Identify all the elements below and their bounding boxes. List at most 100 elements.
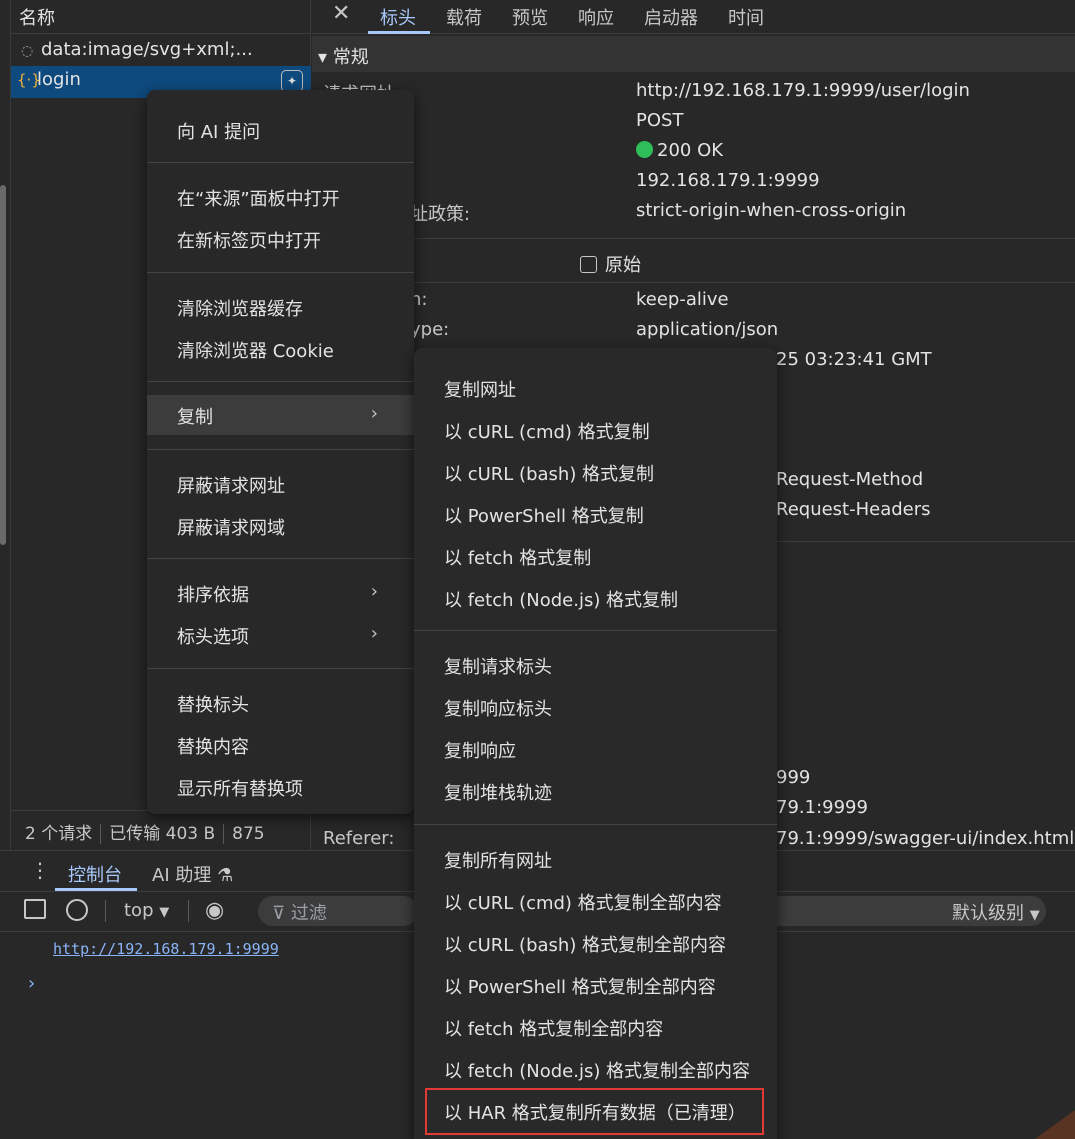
highlight-box xyxy=(425,1088,764,1135)
tab-response[interactable]: 响应 xyxy=(578,4,614,30)
header-value: Request-Headers xyxy=(776,499,931,520)
loading-icon: ◌ xyxy=(21,43,34,59)
chevron-right-icon: › xyxy=(370,403,378,424)
tab-console[interactable]: 控制台 xyxy=(68,861,122,887)
menu-separator xyxy=(414,824,777,825)
copy-url[interactable]: 复制网址 xyxy=(414,368,777,408)
request-method-value: POST xyxy=(636,110,684,131)
copy-as-fetch[interactable]: 以 fetch 格式复制 xyxy=(414,536,777,576)
status-code-value: 200 OK xyxy=(636,140,723,161)
copy-all-as-curl-cmd[interactable]: 以 cURL (cmd) 格式复制全部内容 xyxy=(414,881,777,921)
copy-stack-trace[interactable]: 复制堆栈轨迹 xyxy=(414,771,777,811)
menu-item-clear-cookies[interactable]: 清除浏览器 Cookie xyxy=(147,329,414,369)
menu-item-header-options[interactable]: 标头选项 › xyxy=(147,615,414,655)
copy-as-powershell[interactable]: 以 PowerShell 格式复制 xyxy=(414,494,777,534)
raw-label: 原始 xyxy=(605,255,641,276)
menu-item-clear-cache[interactable]: 清除浏览器缓存 xyxy=(147,287,414,327)
flask-icon: ⚗ xyxy=(217,865,234,886)
active-tab-indicator xyxy=(368,31,430,34)
menu-item-open-in-new-tab[interactable]: 在新标签页中打开 xyxy=(147,219,414,259)
header-value: 79.1:9999 xyxy=(776,797,868,818)
transferred-size: 已传输 403 B xyxy=(109,824,216,844)
menu-separator xyxy=(147,449,414,450)
tab-payload[interactable]: 载荷 xyxy=(446,4,482,30)
tab-headers[interactable]: 标头 xyxy=(380,4,416,30)
tab-ai-assistant[interactable]: AI 助理 ⚗ xyxy=(152,861,233,887)
header-value: 25 03:23:41 GMT xyxy=(776,349,932,370)
left-scrollbar[interactable] xyxy=(0,185,6,545)
sidebar-toggle-icon[interactable] xyxy=(24,899,46,919)
request-url-value: http://192.168.179.1:9999/user/login xyxy=(636,80,970,101)
divider xyxy=(312,238,1075,239)
header-key: 址政策: xyxy=(410,204,471,225)
console-prompt[interactable]: › xyxy=(28,973,35,994)
active-tab-indicator xyxy=(55,888,137,891)
tab-preview[interactable]: 预览 xyxy=(512,4,548,30)
detail-tab-bar: ✕ 标头 载荷 预览 响应 启动器 时间 xyxy=(312,0,1075,34)
divider xyxy=(776,541,1075,542)
header-value: 79.1:9999/swagger-ui/index.html xyxy=(776,828,1075,849)
copy-as-curl-cmd[interactable]: 以 cURL (cmd) 格式复制 xyxy=(414,410,777,450)
filter-input[interactable]: ⊽ 过滤 xyxy=(258,896,418,926)
copy-response[interactable]: 复制响应 xyxy=(414,729,777,769)
copy-submenu: 复制网址 以 cURL (cmd) 格式复制 以 cURL (bash) 格式复… xyxy=(414,348,777,1139)
collapse-triangle-icon: ▾ xyxy=(318,47,328,68)
copy-response-headers[interactable]: 复制响应标头 xyxy=(414,687,777,727)
more-menu-icon[interactable]: ⋮ xyxy=(30,858,50,882)
dropdown-arrow-icon: ▼ xyxy=(1029,908,1040,923)
tab-initiator[interactable]: 启动器 xyxy=(644,4,698,30)
menu-item-block-domain[interactable]: 屏蔽请求网域 xyxy=(147,506,414,546)
menu-item-block-url[interactable]: 屏蔽请求网址 xyxy=(147,464,414,504)
menu-item-copy[interactable]: 复制 › xyxy=(147,395,414,435)
network-status-bar: 2 个请求 已传输 403 B 875 xyxy=(11,810,311,850)
menu-item-override-headers[interactable]: 替换标头 xyxy=(147,683,414,723)
filter-icon: ⊽ xyxy=(272,903,286,924)
dropdown-arrow-icon: ▼ xyxy=(159,905,170,920)
checkbox-icon[interactable] xyxy=(580,256,597,273)
request-row-data-svg[interactable]: ◌ data:image/svg+xml;... xyxy=(11,36,311,66)
request-name: data:image/svg+xml;... xyxy=(41,39,253,60)
log-level-value: 默认级别 xyxy=(952,903,1024,924)
copy-as-curl-bash[interactable]: 以 cURL (bash) 格式复制 xyxy=(414,452,777,492)
copy-all-as-fetch-nodejs[interactable]: 以 fetch (Node.js) 格式复制全部内容 xyxy=(414,1049,777,1089)
close-icon[interactable]: ✕ xyxy=(332,1,350,26)
general-section-header[interactable]: ▾ 常规 xyxy=(312,36,1075,72)
chevron-right-icon: › xyxy=(370,581,378,602)
request-name: login xyxy=(37,69,81,90)
header-value: application/json xyxy=(636,319,779,340)
copy-all-as-fetch[interactable]: 以 fetch 格式复制全部内容 xyxy=(414,1007,777,1047)
eye-icon[interactable]: ◉ xyxy=(205,898,224,923)
console-output-link[interactable]: http://192.168.179.1:9999 xyxy=(53,940,279,958)
header-key: Referer: xyxy=(323,828,395,849)
status-text: 200 OK xyxy=(657,140,724,161)
remote-address-value: 192.168.179.1:9999 xyxy=(636,170,820,191)
raw-toggle[interactable]: 原始 xyxy=(580,251,641,277)
tab-timing[interactable]: 时间 xyxy=(728,4,764,30)
context-selector[interactable]: top ▼ xyxy=(124,900,169,921)
menu-item-show-all-overrides[interactable]: 显示所有替换项 xyxy=(147,767,414,807)
chevron-right-icon: › xyxy=(370,623,378,644)
name-column-header[interactable]: 名称 xyxy=(11,0,311,34)
resource-size: 875 xyxy=(232,824,265,844)
header-value: 999 xyxy=(776,767,811,788)
context-menu: 向 AI 提问 在“来源”面板中打开 在新标签页中打开 清除浏览器缓存 清除浏览… xyxy=(147,90,414,814)
menu-item-sort-by[interactable]: 排序依据 › xyxy=(147,573,414,613)
clear-console-icon[interactable] xyxy=(66,899,88,921)
menu-item-ask-ai[interactable]: 向 AI 提问 xyxy=(147,110,414,150)
menu-separator xyxy=(147,381,414,382)
menu-item-open-in-sources[interactable]: 在“来源”面板中打开 xyxy=(147,177,414,217)
log-level-select[interactable]: 默认级别 ▼ xyxy=(762,896,1046,926)
divider xyxy=(105,900,106,922)
ask-ai-icon[interactable]: ✦ xyxy=(281,70,303,92)
copy-all-as-powershell[interactable]: 以 PowerShell 格式复制全部内容 xyxy=(414,965,777,1005)
request-count: 2 个请求 xyxy=(25,824,93,844)
copy-as-fetch-nodejs[interactable]: 以 fetch (Node.js) 格式复制 xyxy=(414,578,777,618)
copy-all-urls[interactable]: 复制所有网址 xyxy=(414,839,777,879)
copy-all-as-curl-bash[interactable]: 以 cURL (bash) 格式复制全部内容 xyxy=(414,923,777,963)
menu-label: 标头选项 xyxy=(177,627,249,648)
menu-separator xyxy=(147,558,414,559)
tab-label: AI 助理 xyxy=(152,865,212,886)
menu-item-override-content[interactable]: 替换内容 xyxy=(147,725,414,765)
status-ok-icon xyxy=(636,141,653,158)
copy-request-headers[interactable]: 复制请求标头 xyxy=(414,645,777,685)
